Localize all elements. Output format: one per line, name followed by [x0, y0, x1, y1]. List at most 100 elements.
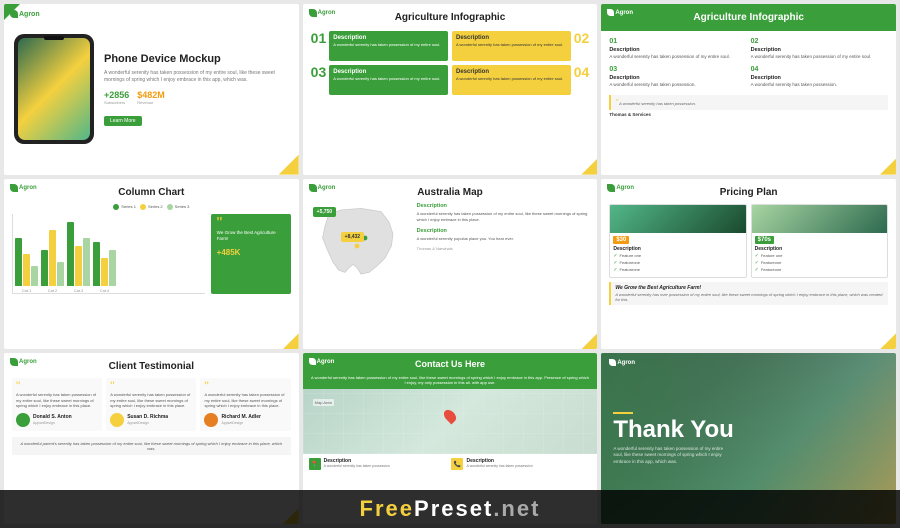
plan-1-price: $30	[613, 236, 629, 244]
stat-1: +2856 Subscribers	[104, 90, 129, 105]
testimonial-2: " A wonderful serenity has taken possess…	[106, 378, 196, 430]
legend-item-1: Series 1	[113, 204, 136, 210]
logo-leaf-icon	[10, 10, 18, 18]
watermark-net: .net	[493, 496, 540, 521]
chart-group-2: Cat.2	[41, 230, 64, 293]
check-icon: ✓	[755, 267, 759, 273]
watermark-free: Free	[360, 496, 414, 521]
slide-3-item-5-text: A wonderful serenity has taken possessio…	[619, 101, 696, 106]
testimonial-3-text: A wonderful serenity has taken possessio…	[204, 392, 286, 409]
infographic-item-4: Description A wonderful serenity has tak…	[452, 65, 589, 95]
slide-3-title: Agriculture Infographic	[693, 12, 804, 23]
slide-3-item-1: 01 Description A wonderful serenity has …	[609, 37, 746, 61]
slide-agri-infographic-header: Agron Agriculture Infographic 01 Descrip…	[601, 4, 896, 175]
plan-card-2: $70s Description ✓ Feature one ✓ Feature…	[751, 204, 888, 278]
map-desc-title-1: Description	[417, 202, 590, 210]
map-desc-1: Description A wonderful serenity has tak…	[417, 202, 590, 223]
plan-2-image	[752, 205, 887, 233]
plan-1-feature-1: ✓ Feature one	[613, 253, 742, 259]
slide-4-logo: Agron	[10, 184, 37, 192]
contact-icon-1: 📍	[309, 458, 321, 470]
slide-3-header: Agron Agriculture Infographic	[601, 4, 896, 31]
chart-group-1: Cat.1	[15, 238, 38, 293]
testimonial-1-avatar: Donald S. Anton AppsetDesign	[16, 413, 98, 427]
contact-text-2: A wonderful serenity has taken possessio…	[466, 464, 532, 468]
slide-pricing-plan: Agron Pricing Plan $30 Description ✓ Fea…	[601, 179, 896, 350]
pricing-quote-sub: A wonderful serenity has over possession…	[615, 292, 884, 302]
slide-7-title: Client Testimonial	[12, 361, 291, 372]
chart-bars: Cat.1 Cat.2 Cat.3	[12, 214, 205, 294]
slide-1-description: A wonderful serenity has taken possessio…	[104, 70, 289, 84]
contact-info-1: Description A wonderful serenity has tak…	[324, 458, 390, 468]
slide-3-item-4: 04 Description A wonderful serenity has …	[751, 65, 888, 89]
logo-leaf-icon	[10, 184, 18, 192]
avatar-1-image	[16, 413, 30, 427]
contact-items: 📍 Description A wonderful serenity has t…	[303, 454, 598, 474]
bar-3-2	[75, 246, 82, 286]
watermark-bar: FreePreset.net	[0, 490, 900, 528]
slide-7-logo: Agron	[10, 358, 37, 366]
plan-2-feature-3: ✓ Featureone	[755, 267, 884, 273]
map-desc-title-2: Description	[417, 227, 590, 235]
slide-8-title: Contact Us Here	[415, 359, 485, 369]
slide-column-chart: Agron Column Chart Series 1 Series 2 Ser…	[4, 179, 299, 350]
plan-1-title: Description	[613, 246, 742, 252]
plan-2-feature-2: ✓ Featureone	[755, 260, 884, 266]
corner-accent	[880, 159, 896, 175]
chart-stat: +485K	[217, 247, 285, 259]
map-badge-1: +5,750	[313, 207, 336, 217]
testimonial-2-text: A wonderful serenity has taken possessio…	[110, 392, 192, 409]
item-2-title: Description	[456, 35, 567, 41]
slide-phone-mockup: Agron Phone Device Mockup A wonderful se…	[4, 4, 299, 175]
slide-3-footer: Thomas & Services	[609, 112, 888, 117]
slide-3-item-3: 03 Description A wonderful serenity has …	[609, 65, 746, 89]
pricing-quote-title: We Grow the Best Agriculture Farm!	[615, 285, 884, 291]
check-icon: ✓	[613, 260, 617, 266]
legend-item-3: Series 3	[167, 204, 190, 210]
plan-1-body: $30 Description ✓ Feature one ✓ Featureo…	[610, 233, 745, 277]
contact-info-2: Description A wonderful serenity has tak…	[466, 458, 532, 468]
item-4-box: Description A wonderful serenity has tak…	[452, 65, 571, 95]
logo-leaf-icon	[309, 184, 317, 192]
slide-agri-infographic-timeline: Agron Agriculture Infographic 01 Descrip…	[303, 4, 598, 175]
legend-dot-2	[140, 204, 146, 210]
slide-1-stats: +2856 Subscribers $482M Revenue	[104, 90, 289, 105]
testimonial-2-name: Susan D. Richma	[127, 414, 168, 421]
contact-icon-2: 📞	[451, 458, 463, 470]
avatar-3-image	[204, 413, 218, 427]
logo-leaf-icon	[309, 358, 316, 365]
quote-icon-3: "	[204, 382, 286, 392]
item-title-1: Description	[609, 47, 746, 55]
item-num-2: 02	[751, 37, 888, 47]
bar-1-1	[15, 238, 22, 286]
quote-mark-icon: "	[615, 98, 618, 107]
slide-6-title: Pricing Plan	[609, 187, 888, 198]
chart-label-1: Cat.1	[22, 288, 32, 293]
chart-label-3: Cat.3	[74, 288, 84, 293]
accent-bar	[613, 412, 633, 414]
map-dot-2	[354, 243, 359, 248]
check-icon: ✓	[755, 253, 759, 259]
thank-you-title: Thank You	[613, 418, 884, 442]
item-3-box: Description A wonderful serenity has tak…	[329, 65, 448, 95]
chart-quote-text: We Grow the Best Agriculture Farm!	[217, 230, 285, 244]
slide-1-text-block: Phone Device Mockup A wonderful serenity…	[104, 52, 289, 127]
item-3-number: 03	[311, 65, 327, 79]
testimonials-grid: " A wonderful serenity has taken possess…	[12, 378, 291, 430]
slide-3-quote-area: " A wonderful serenity has taken possess…	[609, 93, 888, 117]
watermark-preset: Preset	[414, 496, 493, 521]
map-area: +5,750 +8,432	[311, 202, 411, 282]
logo-leaf-icon	[609, 359, 616, 366]
slide-3-logo: Agron	[607, 9, 633, 16]
quote-icon-2: "	[110, 382, 192, 392]
testimonial-3-avatar: Richard M. Adler AppsetDesign	[204, 413, 286, 427]
plan-2-price: $70s	[755, 236, 774, 244]
stat-2: $482M Revenue	[137, 90, 165, 105]
corner-accent	[880, 333, 896, 349]
plan-1-image	[610, 205, 745, 233]
item-text-4: A wonderful serenity has taken possessio…	[751, 82, 888, 88]
quote-mark-icon: "	[217, 220, 285, 228]
slide-1-button[interactable]: Learn More	[104, 116, 142, 126]
item-title-4: Description	[751, 75, 888, 83]
bar-4-1	[93, 242, 100, 286]
